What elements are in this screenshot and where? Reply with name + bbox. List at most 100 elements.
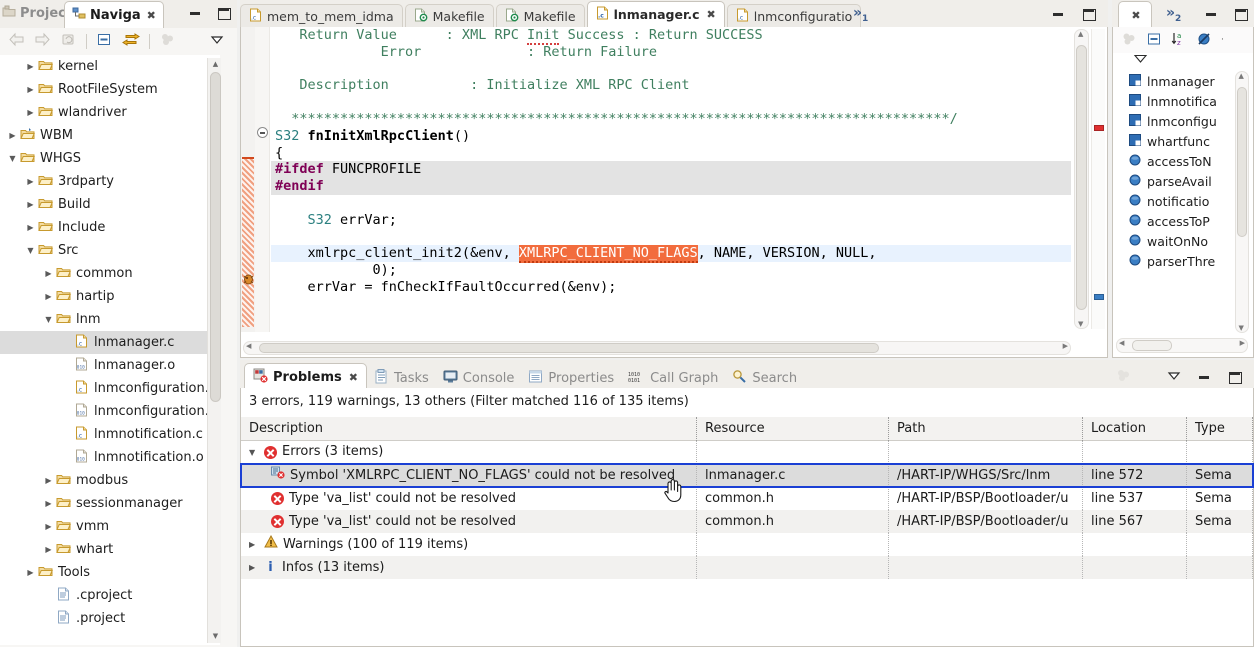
close-icon[interactable]: ✖: [349, 371, 358, 384]
code-line[interactable]: [271, 94, 1071, 111]
tab-outline[interactable]: ✖: [1118, 1, 1152, 28]
code-line[interactable]: [271, 61, 1071, 78]
collapse-all-icon[interactable]: [96, 32, 113, 50]
navigator-vertical-scrollbar[interactable]: ▲ ▼: [207, 58, 221, 643]
problems-tab-console[interactable]: Console: [436, 366, 522, 390]
editor-tab-overflow[interactable]: »1: [853, 5, 868, 24]
fold-collapse-icon[interactable]: [257, 127, 268, 138]
chevron-right-icon[interactable]: ▶: [24, 177, 37, 186]
outline-item[interactable]: parseAvail: [1113, 171, 1235, 191]
tree-item-lnmconfiguration-o[interactable]: 010 lnmconfiguration.o: [0, 400, 220, 423]
minimize-button[interactable]: [1203, 6, 1219, 22]
scrollbar-thumb[interactable]: [1237, 87, 1247, 237]
problems-tab-search[interactable]: Search: [725, 366, 804, 390]
sort-members-icon[interactable]: [1121, 32, 1137, 49]
tree-item--project[interactable]: .project: [0, 607, 220, 630]
tree-item-lnmnotification-c[interactable]: .c lnmnotification.c: [0, 423, 220, 446]
navigator-tree[interactable]: ▶ kernel ▶ RootFileSystem ▶ wlandriver ▶ WBM ▼ WH…: [0, 55, 220, 645]
tree-item-tools[interactable]: ▶ Tools: [0, 561, 220, 584]
maximize-button[interactable]: [215, 5, 231, 21]
tree-item-wlandriver[interactable]: ▶ wlandriver: [0, 101, 220, 124]
code-line[interactable]: {: [271, 145, 1071, 162]
tree-item-lnmconfiguration-c[interactable]: .c lnmconfiguration.c: [0, 377, 220, 400]
problems-row[interactable]: Symbol 'XMLRPC_CLIENT_NO_FLAGS' could no…: [240, 463, 1254, 488]
scroll-right-icon[interactable]: ▶: [1240, 339, 1245, 347]
back-icon[interactable]: [8, 32, 25, 50]
chevron-right-icon[interactable]: ▶: [42, 269, 55, 278]
tree-item-3rdparty[interactable]: ▶ 3rdparty: [0, 170, 220, 193]
scrollbar-thumb[interactable]: [1132, 340, 1172, 351]
outline-item[interactable]: parserThre: [1113, 251, 1235, 271]
view-menu-dots-icon[interactable]: [159, 32, 176, 50]
maximize-button[interactable]: [1232, 6, 1248, 22]
chevron-right-icon[interactable]: ▶: [42, 292, 55, 301]
code-line[interactable]: S32 errVar;: [271, 212, 1071, 229]
column-header-path[interactable]: Path: [889, 416, 1083, 441]
editor-tab-lnmanager-c[interactable]: .c lnmanager.c ✖: [586, 1, 725, 28]
editor-tab-lnmconfiguratio[interactable]: .c lnmconfiguratio: [726, 4, 862, 28]
editor-vertical-scrollbar[interactable]: ▲ ▼: [1074, 29, 1089, 329]
code-text[interactable]: Return Value : XML RPC Init Success : Re…: [271, 27, 1071, 332]
scroll-down-icon[interactable]: ▼: [1078, 320, 1083, 328]
minimize-button[interactable]: [187, 5, 203, 21]
collapse-refresh-icon[interactable]: [60, 32, 77, 50]
scrollbar-thumb[interactable]: [210, 72, 221, 402]
tree-item-whgs[interactable]: ▼ WHGS: [0, 147, 220, 170]
column-header-resource[interactable]: Resource: [697, 416, 889, 441]
outline-view-menu-icon[interactable]: [1133, 53, 1148, 67]
tree-item-kernel[interactable]: ▶ kernel: [0, 55, 220, 78]
outline-item[interactable]: lnmanager: [1113, 71, 1235, 91]
tree-item-lnmnotification-o[interactable]: 010 lnmnotification.o: [0, 446, 220, 469]
scroll-up-icon[interactable]: ▲: [210, 58, 221, 71]
editor-horizontal-scrollbar[interactable]: ◀ ▶: [243, 341, 1071, 355]
editor-tab-makefile[interactable]: Makefile: [404, 4, 494, 28]
editor-tab-makefile[interactable]: Makefile: [495, 4, 585, 28]
problem-description-cell[interactable]: Symbol 'XMLRPC_CLIENT_NO_FLAGS' could no…: [241, 464, 697, 487]
problems-table[interactable]: ▼ Errors (3 items) Symbol 'XMLRPC_CLIENT_N…: [240, 441, 1254, 579]
scrollbar-thumb[interactable]: [259, 343, 879, 353]
problems-row[interactable]: ▼ Errors (3 items): [241, 441, 1253, 464]
chevron-right-icon[interactable]: ▶: [249, 533, 259, 556]
maximize-button[interactable]: [1080, 6, 1096, 22]
scroll-up-icon[interactable]: ▲: [1239, 72, 1244, 80]
maximize-button[interactable]: [1226, 369, 1242, 385]
chevron-down-icon[interactable]: ▼: [249, 441, 259, 464]
tab-project[interactable]: Project: [2, 4, 72, 22]
tree-item-lnmanager-o[interactable]: 010 lnmanager.o: [0, 354, 220, 377]
problems-tab-problems[interactable]: Problems ✖: [244, 363, 367, 390]
close-icon[interactable]: ✖: [147, 9, 156, 22]
chevron-down-icon[interactable]: ▼: [24, 246, 37, 255]
problem-description-cell[interactable]: ▼ Errors (3 items): [241, 441, 697, 464]
problem-description-cell[interactable]: Type 'va_list' could not be resolved: [241, 510, 697, 533]
outline-item[interactable]: accessToN: [1113, 151, 1235, 171]
tree-item-src[interactable]: ▼ Src: [0, 239, 220, 262]
tree-item-modbus[interactable]: ▶ modbus: [0, 469, 220, 492]
scroll-left-icon[interactable]: ◀: [1119, 339, 1124, 347]
chevron-right-icon[interactable]: ▶: [24, 200, 37, 209]
tree-item-wbm[interactable]: ▶ WBM: [0, 124, 220, 147]
editor-folding-ruler[interactable]: [255, 27, 270, 332]
code-line[interactable]: Error : Return Failure: [271, 44, 1071, 61]
tree-item-lnm[interactable]: ▼ lnm: [0, 308, 220, 331]
chevron-right-icon[interactable]: ▶: [6, 131, 19, 140]
code-line[interactable]: Description : Initialize XML RPC Client: [271, 77, 1071, 94]
minimize-button[interactable]: [1196, 369, 1212, 385]
editor-overview-ruler[interactable]: [1091, 29, 1105, 329]
problems-row[interactable]: Type 'va_list' could not be resolved comm…: [241, 510, 1253, 533]
code-line[interactable]: [271, 229, 1071, 246]
code-line[interactable]: xmlrpc_client_init2(&env, XMLRPC_CLIENT_…: [271, 245, 1071, 264]
collapse-all-icon[interactable]: [1146, 32, 1162, 49]
scroll-up-icon[interactable]: ▲: [1078, 30, 1083, 38]
code-line[interactable]: errVar = fnCheckIfFaultOccurred(&env);: [271, 279, 1071, 296]
code-line[interactable]: Return Value : XML RPC Init Success : Re…: [271, 27, 1071, 45]
outline-list[interactable]: lnmanager lnmnotifica lnmconfigu whartfunc a…: [1113, 71, 1235, 333]
code-line[interactable]: #ifdef FUNCPROFILE: [271, 161, 1071, 179]
tree-item-common[interactable]: ▶ common: [0, 262, 220, 285]
outline-horizontal-scrollbar[interactable]: ◀ ▶: [1116, 338, 1248, 353]
tree-item-lnmanager-c[interactable]: .c lnmanager.c: [0, 331, 220, 354]
error-marker[interactable]: [1094, 125, 1104, 131]
code-line[interactable]: [271, 195, 1071, 212]
tree-item-hartip[interactable]: ▶ hartip: [0, 285, 220, 308]
forward-icon[interactable]: [34, 32, 51, 50]
tree-item--cproject[interactable]: .cproject: [0, 584, 220, 607]
